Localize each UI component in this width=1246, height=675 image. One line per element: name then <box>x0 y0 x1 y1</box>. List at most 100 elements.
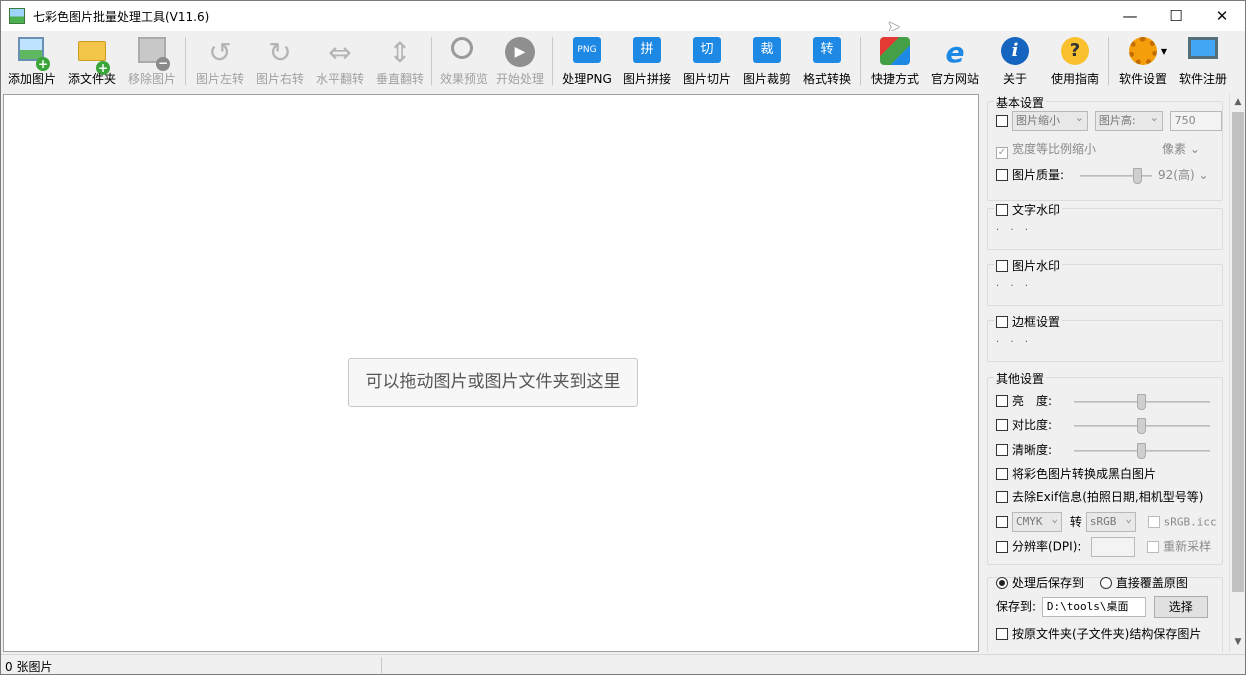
contrast-row: 对比度: <box>996 416 1220 436</box>
scroll-down-icon[interactable]: ▼ <box>1230 634 1246 650</box>
status-bar: 0 张图片 <box>1 654 1245 674</box>
basic-settings-group: 基本设置 图片缩小 图片高: 750 宽度等比例缩小 像素 ⌄ 图片质量: 92… <box>987 94 1223 201</box>
cmyk-select[interactable]: CMYK <box>1012 510 1062 532</box>
settings-button[interactable]: ▼ 软件设置 <box>1114 33 1172 91</box>
choose-folder-button[interactable]: 选择 <box>1153 596 1208 618</box>
sharpness-row: 清晰度: <box>996 441 1220 461</box>
register-button[interactable]: 软件注册 <box>1174 33 1232 91</box>
flip-vertical-icon: ⇕ <box>388 36 412 69</box>
shortcut-button[interactable]: 快捷方式 <box>866 33 924 91</box>
text-watermark-dots: · · · <box>996 225 1032 236</box>
minimize-button[interactable]: — <box>1107 1 1153 31</box>
title-bar: 七彩色图片批量处理工具(V11.6) — ☐ ✕ ➤ <box>1 1 1245 36</box>
keep-ratio-label: 宽度等比例缩小 <box>1012 142 1097 156</box>
remove-image-button[interactable]: − 移除图片 <box>123 33 181 91</box>
cubes-icon <box>879 37 911 69</box>
browser-icon: e <box>945 36 965 69</box>
add-folder-button[interactable]: + 添文件夹 <box>63 33 121 91</box>
quality-slider[interactable] <box>1080 166 1152 186</box>
text-watermark-title[interactable]: 文字水印 <box>994 201 1063 218</box>
about-button[interactable]: i 关于 <box>986 33 1044 91</box>
resize-row: 图片缩小 图片高: 750 <box>996 109 1222 131</box>
resize-mode-select[interactable]: 图片缩小 <box>1012 109 1088 131</box>
border-title[interactable]: 边框设置 <box>994 313 1063 330</box>
brightness-checkbox[interactable] <box>996 395 1008 407</box>
sharpness-slider[interactable] <box>1074 441 1210 461</box>
quality-label: 图片质量: <box>1012 168 1065 182</box>
quality-value[interactable]: 92(高) ⌄ <box>1158 166 1209 183</box>
play-icon: ▶ <box>504 37 536 69</box>
flip-horizontal-button[interactable]: ⇔ 水平翻转 <box>311 33 369 91</box>
image-count: 0 张图片 <box>5 660 53 674</box>
keep-structure-label: 按原文件夹(子文件夹)结构保存图片 <box>1012 627 1202 641</box>
resize-checkbox[interactable] <box>996 114 1008 127</box>
resample-label: 重新采样 <box>1163 539 1212 554</box>
text-watermark-group: 文字水印 · · · <box>987 201 1223 250</box>
guide-button[interactable]: ? 使用指南 <box>1046 33 1104 91</box>
grayscale-row: 将彩色图片转换成黑白图片 <box>996 465 1156 485</box>
app-icon <box>9 8 25 24</box>
grayscale-checkbox[interactable] <box>996 468 1008 480</box>
window-title: 七彩色图片批量处理工具(V11.6) <box>33 10 210 24</box>
scrollbar-thumb[interactable] <box>1232 112 1244 592</box>
border-dots: · · · <box>996 337 1032 348</box>
overwrite-radio[interactable] <box>1099 577 1112 589</box>
flip-vertical-button[interactable]: ⇕ 垂直翻转 <box>371 33 429 91</box>
icc-label: sRGB.icc <box>1163 515 1217 529</box>
save-path-input[interactable]: D:\tools\桌面 <box>1041 597 1146 617</box>
dpi-checkbox[interactable] <box>996 540 1008 553</box>
dpi-label: 分辨率(DPI): <box>1012 539 1082 554</box>
rotate-left-button[interactable]: ↺ 图片左转 <box>191 33 249 91</box>
save-to-label: 保存到: <box>996 599 1037 614</box>
save-mode-row: 处理后保存到 直接覆盖原图 <box>996 574 1188 594</box>
process-png-button[interactable]: PNG 处理PNG <box>558 33 616 91</box>
image-watermark-group: 图片水印 · · · <box>987 257 1223 306</box>
stitch-button[interactable]: 拼 图片拼接 <box>618 33 676 91</box>
resample-checkbox[interactable] <box>1147 540 1160 553</box>
color-profile-checkbox[interactable] <box>996 515 1008 528</box>
crop-button[interactable]: 裁 图片裁剪 <box>738 33 796 91</box>
keep-structure-checkbox[interactable] <box>996 628 1008 640</box>
image-watermark-title[interactable]: 图片水印 <box>994 257 1063 274</box>
sharpness-checkbox[interactable] <box>996 444 1008 456</box>
rotate-right-button[interactable]: ↻ 图片右转 <box>251 33 309 91</box>
keep-structure-row: 按原文件夹(子文件夹)结构保存图片 <box>996 625 1201 645</box>
slice-button[interactable]: 切 图片切片 <box>678 33 736 91</box>
border-group: 边框设置 · · · <box>987 313 1223 362</box>
srgb-select[interactable]: sRGB <box>1085 510 1136 532</box>
contrast-slider[interactable] <box>1074 416 1210 436</box>
convert-label: 格式转换 <box>802 72 851 86</box>
close-button[interactable]: ✕ <box>1199 1 1245 31</box>
contrast-label: 对比度: <box>1012 418 1053 432</box>
add-image-button[interactable]: + 添加图片 <box>3 33 61 91</box>
color-profile-row: CMYK 转sRGB sRGB.icc <box>996 510 1217 532</box>
stitch-icon: 拼 <box>631 37 663 69</box>
icc-checkbox[interactable] <box>1147 515 1160 528</box>
brightness-row: 亮 度: <box>996 392 1220 412</box>
info-icon: i <box>999 37 1031 69</box>
keep-ratio-checkbox[interactable] <box>996 147 1008 159</box>
convert-button[interactable]: 转 格式转换 <box>798 33 856 91</box>
dimension-select[interactable]: 图片高: <box>1094 109 1163 131</box>
other-settings-group: 其他设置 亮 度: 对比度: 清晰度: 将彩色图片转换成黑白图片 去除Exif信… <box>987 370 1223 565</box>
add-image-icon: + <box>16 37 50 71</box>
website-button[interactable]: e 官方网站 <box>926 33 984 91</box>
app-window: 七彩色图片批量处理工具(V11.6) — ☐ ✕ ➤ + 添加图片 + 添文件夹… <box>0 0 1246 675</box>
dpi-input[interactable] <box>1091 537 1136 557</box>
scroll-up-icon[interactable]: ▲ <box>1230 94 1246 110</box>
contrast-checkbox[interactable] <box>996 419 1008 431</box>
start-button[interactable]: ▶ 开始处理 <box>491 33 549 91</box>
maximize-button[interactable]: ☐ <box>1153 1 1199 31</box>
remove-exif-checkbox[interactable] <box>996 491 1008 503</box>
size-input[interactable]: 750 <box>1169 111 1222 131</box>
quality-checkbox[interactable] <box>996 169 1008 181</box>
dpi-row: 分辨率(DPI): 重新采样 <box>996 537 1211 557</box>
unit-select[interactable]: 像素 ⌄ <box>1162 140 1200 157</box>
convert-to-label: 转 <box>1069 514 1082 529</box>
image-drop-area[interactable]: 可以拖动图片或图片文件夹到这里 <box>3 94 979 652</box>
crop-icon: 裁 <box>751 37 783 69</box>
save-after-radio[interactable] <box>996 577 1008 589</box>
brightness-slider[interactable] <box>1074 392 1210 412</box>
panel-scrollbar[interactable]: ▲ ▼ <box>1229 94 1245 652</box>
overwrite-label: 直接覆盖原图 <box>1115 576 1188 590</box>
